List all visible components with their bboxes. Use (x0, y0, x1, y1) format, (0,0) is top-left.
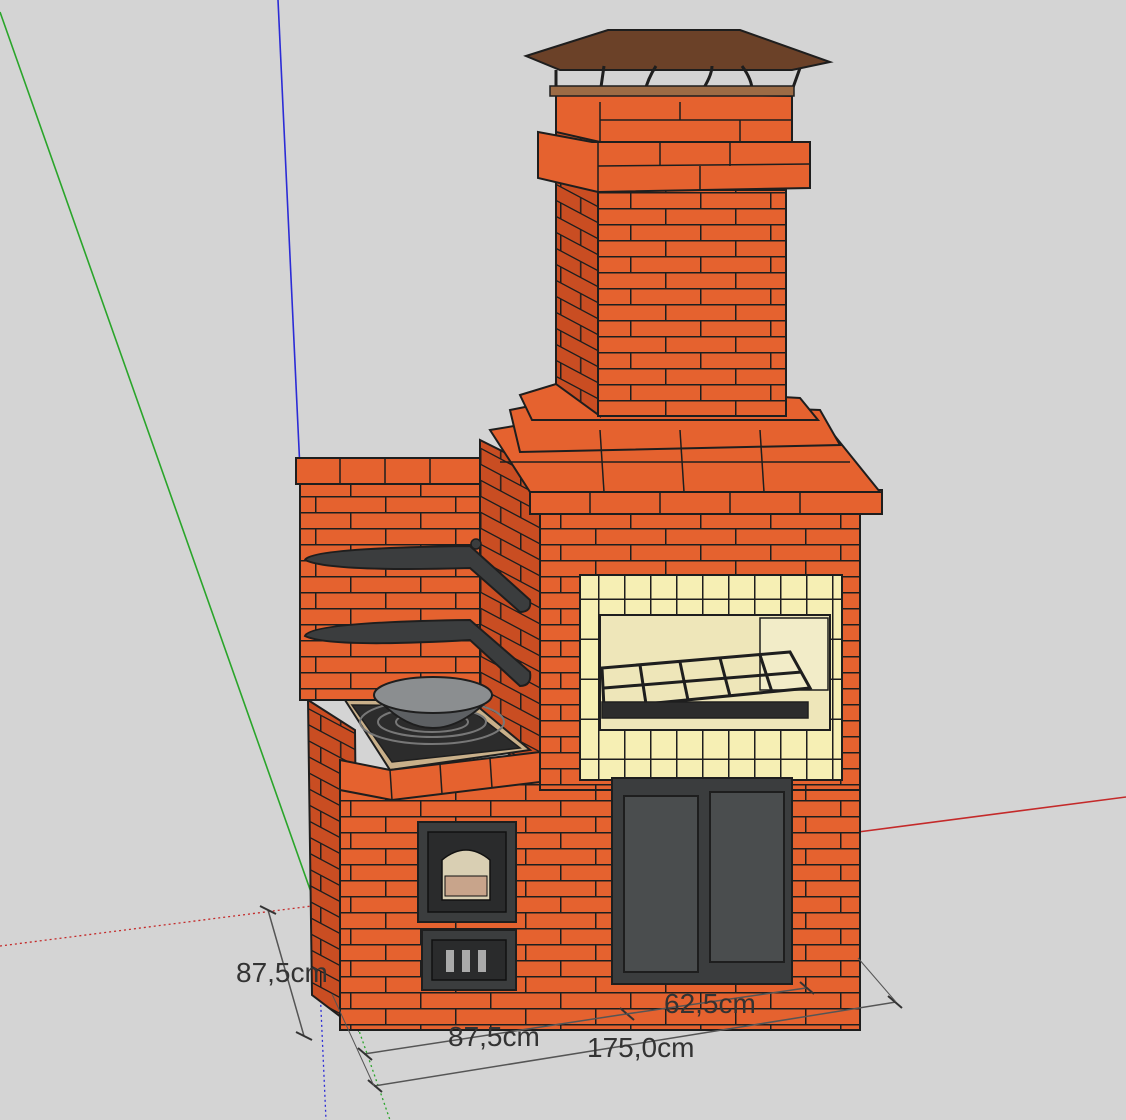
shelf-hook (470, 538, 482, 550)
grill-section-cap (529, 489, 883, 515)
storage-door-right[interactable] (709, 791, 785, 963)
left-width-dim-label: 87,5cm (448, 1021, 540, 1052)
chimney-top (555, 90, 793, 143)
side-shelf-back-wall (299, 479, 481, 701)
red-axis (857, 796, 1126, 833)
red-axis-dotted (0, 905, 313, 947)
blue-axis (277, 0, 301, 471)
sketchup-viewport[interactable]: 87,5cm 175,0cm 87,5cm 62,5cm (0, 0, 1126, 1120)
chimney-cap-icon (523, 29, 834, 97)
storage-door-left[interactable] (623, 795, 699, 973)
total-dim-label: 175,0cm (587, 1032, 694, 1063)
right-width-dim-label: 62,5cm (664, 988, 756, 1019)
oven-door-icon[interactable] (417, 821, 517, 923)
ash-door-icon[interactable] (421, 929, 517, 991)
side-shelf-top-cap (295, 457, 485, 485)
brick-stove-model[interactable] (295, 29, 883, 1033)
green-axis (0, 11, 313, 896)
depth-dim-label: 87,5cm (236, 957, 328, 988)
chimney-front-face (597, 189, 787, 417)
storage-doors[interactable] (611, 777, 793, 985)
